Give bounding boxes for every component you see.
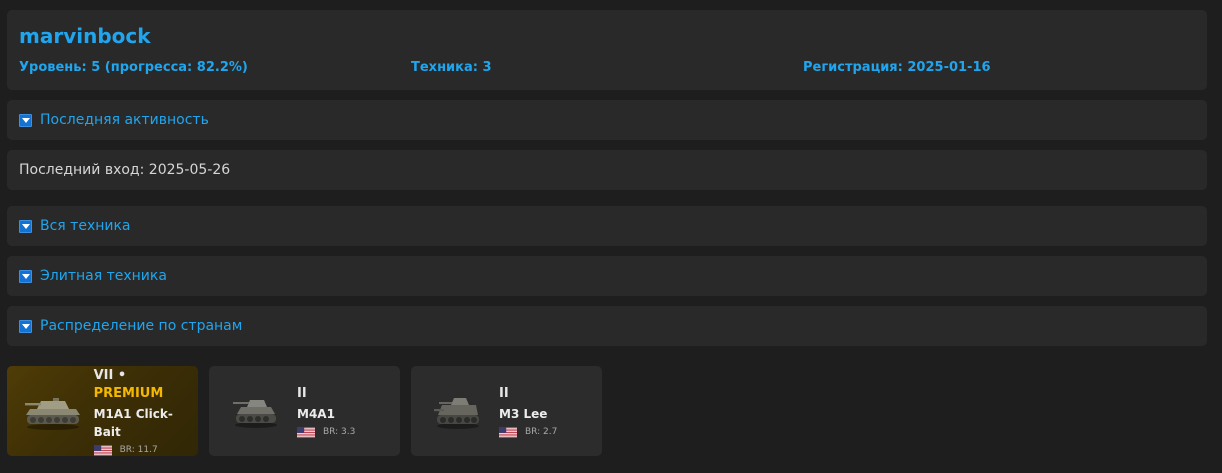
usa-flag-icon: [93, 444, 112, 456]
battle-rating: BR: 3.3: [323, 427, 356, 437]
profile-stats: Уровень: 5 (прогресса: 82.2%) Техника: 3…: [19, 60, 1195, 75]
vehicles-count-stat: Техника: 3: [411, 60, 492, 75]
section-country-distribution-toggle[interactable]: Распределение по странам: [7, 306, 1207, 346]
usa-flag-icon: [499, 426, 517, 438]
section-elite-vehicles-toggle[interactable]: Элитная техника: [7, 256, 1207, 296]
abrams-tank-icon: [23, 389, 84, 433]
vehicle-list: VII • PREMIUM M1A1 Click-Bait BR: 11.7 I…: [7, 366, 1207, 456]
vehicle-tier: II: [297, 386, 307, 401]
tier-value: VII: [93, 368, 114, 383]
vehicle-meta: BR: 11.7: [93, 443, 198, 457]
collapse-arrow-icon: [19, 269, 32, 283]
vehicle-card[interactable]: II M3 Lee BR: 2.7: [411, 366, 602, 456]
vehicle-info: VII • PREMIUM M1A1 Click-Bait BR: 11.7: [93, 365, 198, 457]
vehicle-tier: II: [499, 386, 509, 401]
section-title: Распределение по странам: [40, 318, 243, 334]
usa-flag-icon: [297, 426, 315, 438]
vehicle-info: II M4A1 BR: 3.3: [297, 383, 355, 439]
section-all-vehicles-toggle[interactable]: Вся техника: [7, 206, 1207, 246]
collapse-arrow-icon: [19, 319, 32, 333]
collapse-arrow-icon: [19, 113, 32, 127]
section-title: Вся техника: [40, 218, 131, 234]
vehicle-name: M4A1: [297, 407, 335, 421]
vehicle-name: M1A1 Click-Bait: [93, 407, 173, 439]
vehicle-tier: VII • PREMIUM: [94, 367, 198, 403]
vehicle-name: M3 Lee: [499, 407, 548, 421]
battle-rating: BR: 11.7: [119, 445, 158, 455]
collapse-arrow-icon: [19, 219, 32, 233]
tier-separator: •: [113, 368, 127, 383]
battle-rating: BR: 2.7: [525, 427, 558, 437]
vehicle-info: II M3 Lee BR: 2.7: [499, 383, 557, 439]
section-recent-activity-toggle[interactable]: Последняя активность: [7, 100, 1207, 140]
lee-tank-icon: [427, 389, 489, 433]
page: marvinbock Уровень: 5 (прогресса: 82.2%)…: [0, 0, 1222, 456]
vehicle-meta: BR: 2.7: [499, 425, 557, 439]
sherman-tank-icon: [225, 389, 287, 433]
section-title: Элитная техника: [40, 268, 167, 284]
level-stat: Уровень: 5 (прогресса: 82.2%): [19, 60, 248, 75]
vehicle-card[interactable]: II M4A1 BR: 3.3: [209, 366, 400, 456]
registration-stat: Регистрация: 2025-01-16: [803, 60, 991, 75]
last-login-text: Последний вход: 2025-05-26: [19, 162, 231, 178]
premium-badge: PREMIUM: [93, 386, 164, 401]
username[interactable]: marvinbock: [19, 24, 1195, 48]
profile-header: marvinbock Уровень: 5 (прогресса: 82.2%)…: [7, 10, 1207, 90]
vehicle-meta: BR: 3.3: [297, 425, 355, 439]
vehicle-card[interactable]: VII • PREMIUM M1A1 Click-Bait BR: 11.7: [7, 366, 198, 456]
section-title: Последняя активность: [40, 112, 209, 128]
recent-activity-content: Последний вход: 2025-05-26: [7, 150, 1207, 190]
